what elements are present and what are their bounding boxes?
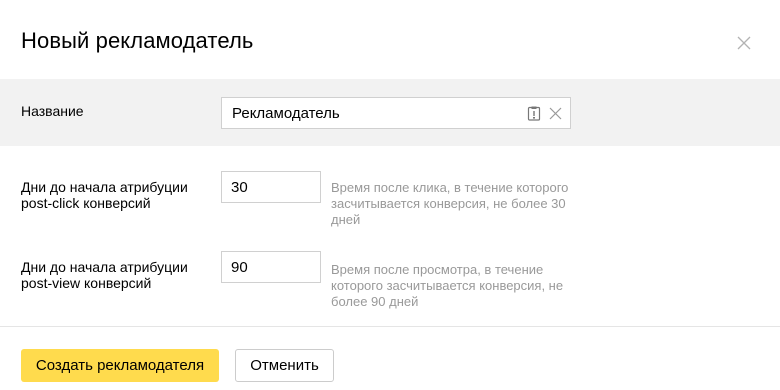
close-button[interactable]: [735, 34, 753, 52]
post-click-hint-line1: Время после клика, в течение которого: [331, 180, 569, 195]
clipboard-icon[interactable]: [527, 106, 541, 121]
post-click-days-input[interactable]: [221, 171, 321, 203]
name-field: [221, 97, 571, 129]
cancel-button[interactable]: Отменить: [235, 349, 334, 382]
post-click-label-line2: post-click конверсий: [21, 195, 151, 211]
footer-divider: [0, 326, 780, 327]
name-label: Название: [21, 103, 84, 119]
post-click-hint: Время после клика, в течение которого за…: [331, 180, 568, 228]
post-view-days-input[interactable]: [221, 251, 321, 283]
post-view-label-line2: post-view конверсий: [21, 275, 152, 291]
post-click-hint-line2: засчитывается конверсия, не более 30: [331, 196, 566, 211]
post-view-hint-line1: Время после просмотра, в течение: [331, 262, 544, 277]
post-view-label: Дни до начала атрибуции post-view конвер…: [21, 259, 216, 291]
post-view-label-line1: Дни до начала атрибуции: [21, 259, 188, 275]
dialog-title: Новый рекламодатель: [21, 28, 254, 53]
post-click-hint-line3: дней: [331, 212, 361, 227]
post-view-hint: Время после просмотра, в течение которог…: [331, 262, 563, 310]
name-input[interactable]: [222, 98, 512, 128]
clear-icon[interactable]: [549, 107, 562, 120]
post-click-label: Дни до начала атрибуции post-click конве…: [21, 179, 216, 211]
close-icon: [737, 36, 751, 50]
post-view-hint-line3: более 90 дней: [331, 294, 419, 309]
post-click-label-line1: Дни до начала атрибуции: [21, 179, 188, 195]
name-row: Название: [0, 79, 780, 146]
create-advertiser-button[interactable]: Создать рекламодателя: [21, 349, 219, 382]
post-view-hint-line2: которого засчитывается конверсия, не: [331, 278, 564, 293]
